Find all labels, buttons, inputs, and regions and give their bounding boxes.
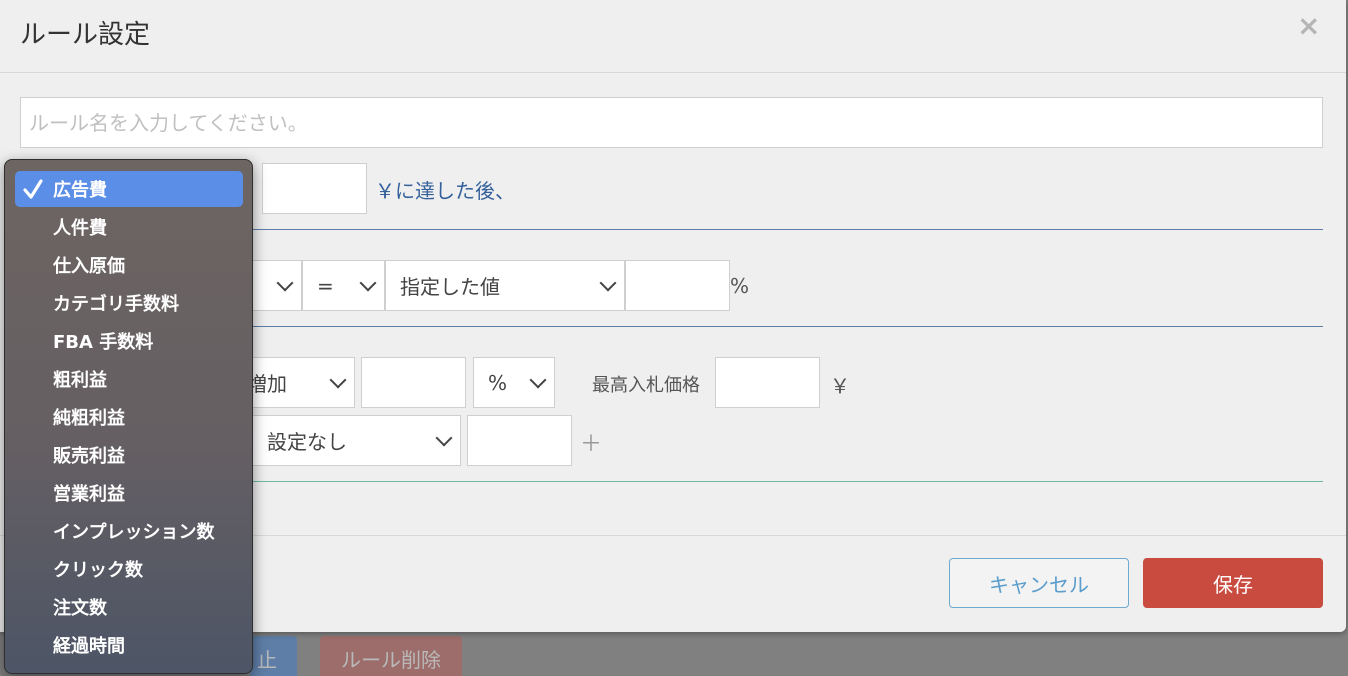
menu-item-impressions[interactable]: インプレッション数: [15, 513, 243, 549]
menu-item-elapsed-time[interactable]: 経過時間: [15, 627, 243, 663]
extra-setting-select[interactable]: 設定なし: [252, 415, 461, 466]
adjust-type-select[interactable]: 増加: [240, 357, 355, 408]
save-button[interactable]: 保存: [1143, 558, 1323, 608]
chevron-down-icon: [529, 371, 547, 388]
adjust-unit-select[interactable]: %: [473, 357, 555, 408]
chevron-down-icon: [435, 429, 453, 446]
menu-item-fba-fee[interactable]: FBA 手数料: [15, 323, 243, 359]
close-icon[interactable]: ×: [1297, 12, 1320, 40]
chevron-down-icon: [329, 371, 347, 388]
menu-item-label: カテゴリ手数料: [53, 294, 179, 315]
extra-setting-value: 設定なし: [267, 430, 347, 454]
adjust-value-input[interactable]: [361, 357, 466, 408]
menu-item-net-gross-profit[interactable]: 純粗利益: [15, 399, 243, 435]
comparison-value-input[interactable]: [625, 260, 730, 311]
chevron-down-icon: [359, 274, 377, 291]
menu-item-label: 注文数: [53, 598, 107, 619]
adjust-unit-value: %: [488, 370, 508, 395]
cancel-button[interactable]: キャンセル: [949, 558, 1129, 608]
menu-item-category-fee[interactable]: カテゴリ手数料: [15, 285, 243, 321]
menu-item-label: 販売利益: [53, 446, 125, 467]
metric-dropdown-menu: 広告費 人件費 仕入原価 カテゴリ手数料 FBA 手数料 粗利益 純粗利益 販売…: [4, 159, 253, 674]
menu-item-clicks[interactable]: クリック数: [15, 551, 243, 587]
target-value: 指定した値: [400, 275, 500, 299]
menu-item-label: 仕入原価: [53, 256, 125, 277]
operator-value: =: [317, 273, 334, 298]
menu-item-label: 広告費: [53, 180, 107, 201]
menu-item-label: 営業利益: [53, 484, 125, 505]
adjust-type-value: 増加: [247, 372, 287, 396]
menu-item-label: クリック数: [53, 560, 143, 581]
menu-item-label: インプレッション数: [53, 522, 215, 543]
comparison-unit: %: [730, 274, 750, 298]
operator-select[interactable]: =: [302, 260, 385, 311]
menu-item-label: 純粗利益: [53, 408, 125, 429]
menu-item-label: 粗利益: [53, 370, 107, 391]
menu-item-operating-profit[interactable]: 営業利益: [15, 475, 243, 511]
checkmark-icon: [23, 179, 43, 199]
menu-item-labor-cost[interactable]: 人件費: [15, 209, 243, 245]
condition-suffix-text: ￥に達した後、: [375, 179, 515, 203]
target-select[interactable]: 指定した値: [385, 260, 625, 311]
menu-item-purchase-cost[interactable]: 仕入原価: [15, 247, 243, 283]
add-icon[interactable]: ＋: [580, 426, 602, 458]
menu-item-label: 人件費: [53, 218, 107, 239]
menu-item-gross-profit[interactable]: 粗利益: [15, 361, 243, 397]
menu-item-label: 経過時間: [53, 636, 125, 657]
chevron-down-icon: [276, 274, 294, 291]
max-bid-input[interactable]: [715, 357, 820, 408]
background-blue-button: 止: [250, 636, 297, 676]
max-bid-unit: ￥: [830, 374, 850, 398]
menu-item-orders[interactable]: 注文数: [15, 589, 243, 625]
rule-name-input[interactable]: [20, 97, 1323, 148]
menu-item-sales-profit[interactable]: 販売利益: [15, 437, 243, 473]
max-bid-label: 最高入札価格: [592, 375, 700, 396]
menu-item-label: FBA 手数料: [53, 332, 154, 353]
extra-value-input[interactable]: [467, 415, 572, 466]
modal-title: ルール設定: [20, 20, 151, 50]
background-delete-rule-button: ルール削除: [320, 636, 462, 676]
menu-item-ad-cost[interactable]: 広告費: [15, 171, 243, 207]
chevron-down-icon: [599, 274, 617, 291]
condition-amount-input[interactable]: [262, 163, 367, 214]
modal-header: ルール設定 ×: [0, 0, 1346, 73]
